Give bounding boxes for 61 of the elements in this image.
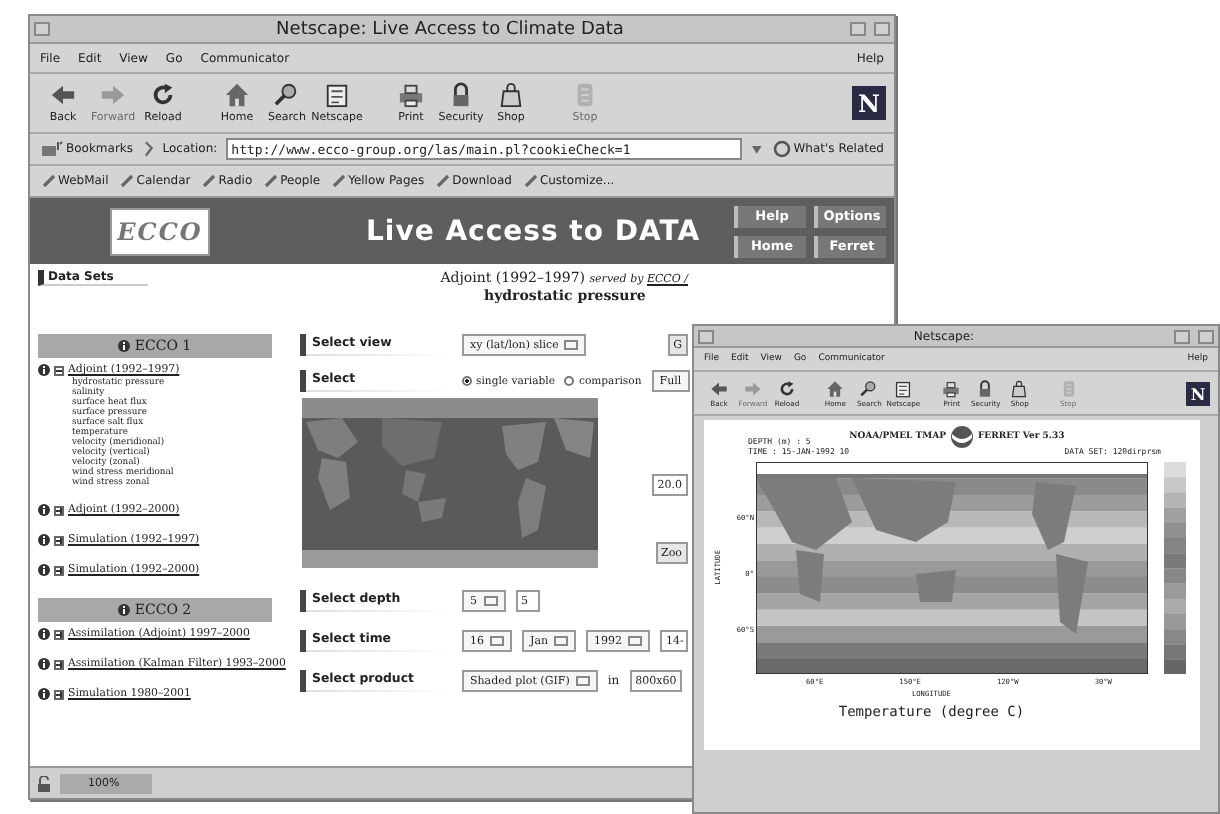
brand-logo: N xyxy=(1186,381,1210,405)
radio-button[interactable] xyxy=(564,376,575,386)
info-icon xyxy=(38,658,50,670)
dropdown-icon xyxy=(575,676,590,686)
bookmark-icon xyxy=(523,174,538,188)
info-icon xyxy=(118,340,131,352)
home-icon xyxy=(224,82,250,108)
dropdown-icon xyxy=(490,636,504,646)
location-icon xyxy=(141,140,155,158)
forward-icon xyxy=(744,379,762,397)
dropdown-icon xyxy=(554,636,569,646)
stop-icon xyxy=(572,82,598,108)
reload-icon xyxy=(150,82,176,108)
reload-icon xyxy=(778,379,796,397)
emblem-icon xyxy=(949,426,974,448)
info-icon xyxy=(38,504,50,516)
home-icon xyxy=(826,379,845,397)
bag-icon xyxy=(1010,379,1029,397)
printer-icon xyxy=(942,379,961,397)
search-icon xyxy=(274,82,300,108)
dropdown-icon xyxy=(750,140,764,158)
back-icon xyxy=(710,379,728,397)
dropdown-icon xyxy=(483,596,497,606)
dropdown-icon xyxy=(564,340,579,350)
info-icon xyxy=(118,604,131,616)
document-icon xyxy=(894,379,913,397)
expand-icon[interactable] xyxy=(54,659,64,669)
info-icon xyxy=(38,688,50,700)
bookmark-icon xyxy=(120,174,135,188)
bookmark-icon xyxy=(264,174,279,188)
info-icon xyxy=(38,534,50,546)
bookmark-icon xyxy=(42,174,56,188)
info-icon xyxy=(38,628,50,640)
window-title: Netscape: Live Access to Climate Data xyxy=(274,19,626,39)
expand-icon[interactable] xyxy=(54,629,64,639)
ecco-logo: ECCO xyxy=(110,207,210,255)
bookmark-icon xyxy=(202,174,217,188)
info-icon xyxy=(38,564,50,576)
search-icon xyxy=(860,379,879,397)
info-icon xyxy=(38,364,50,376)
stop-icon xyxy=(1059,379,1078,397)
dropdown-icon xyxy=(628,636,643,646)
bookmark-icon xyxy=(40,140,64,158)
expand-icon[interactable] xyxy=(54,535,64,545)
bookmark-icon xyxy=(436,174,451,188)
forward-icon xyxy=(100,82,126,108)
document-icon xyxy=(324,82,350,108)
lock-icon xyxy=(36,775,52,791)
expand-icon[interactable] xyxy=(54,565,64,575)
bookmark-icon xyxy=(332,174,347,188)
padlock-icon xyxy=(448,82,474,108)
radio-button[interactable] xyxy=(462,376,472,386)
padlock-icon xyxy=(976,379,995,397)
expand-icon[interactable] xyxy=(54,689,64,699)
back-icon xyxy=(50,82,76,108)
page-title: Live Access to DATA xyxy=(366,215,701,247)
bag-icon xyxy=(498,82,524,108)
brand-logo: N xyxy=(852,86,886,120)
collapse-icon[interactable] xyxy=(54,365,64,375)
printer-icon xyxy=(398,82,424,108)
expand-icon[interactable] xyxy=(54,505,64,515)
